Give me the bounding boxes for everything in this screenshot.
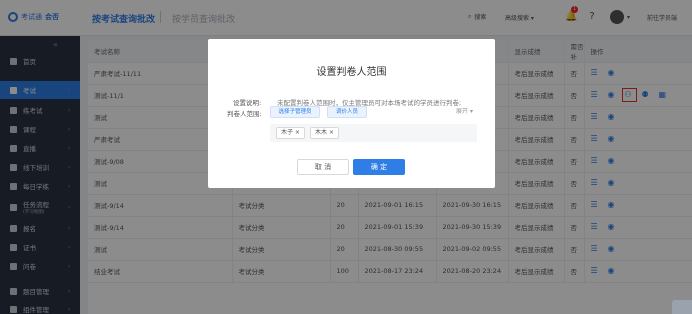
grader-chip: 木子 × <box>276 127 305 139</box>
grader-chip: 木木 × <box>310 127 339 139</box>
add-person-button[interactable]: 调价人员 <box>327 106 367 118</box>
setting-desc-label: 设置说明: <box>233 99 262 107</box>
expand-toggle[interactable]: 展开 ▾ <box>456 106 473 115</box>
confirm-button[interactable]: 确 定 <box>353 159 405 175</box>
close-icon[interactable]: × <box>329 129 334 136</box>
selected-graders-box: 木子 × 木木 × <box>270 124 477 142</box>
cancel-button[interactable]: 取 消 <box>297 159 349 175</box>
select-sub-admin-button[interactable]: 选择子管理员 <box>270 106 320 118</box>
dialog-title: 设置判卷人范围 <box>316 67 387 78</box>
floating-help-widget[interactable] <box>672 300 692 314</box>
chevron-down-icon: ▾ <box>469 108 473 115</box>
grader-scope-dialog: 设置判卷人范围 设置说明: 未配置判卷人范围时，仅主管理员可对本场考试的学员进行… <box>208 39 495 188</box>
grader-scope-label: 判卷人范围: <box>227 110 262 118</box>
close-icon[interactable]: × <box>295 129 300 136</box>
